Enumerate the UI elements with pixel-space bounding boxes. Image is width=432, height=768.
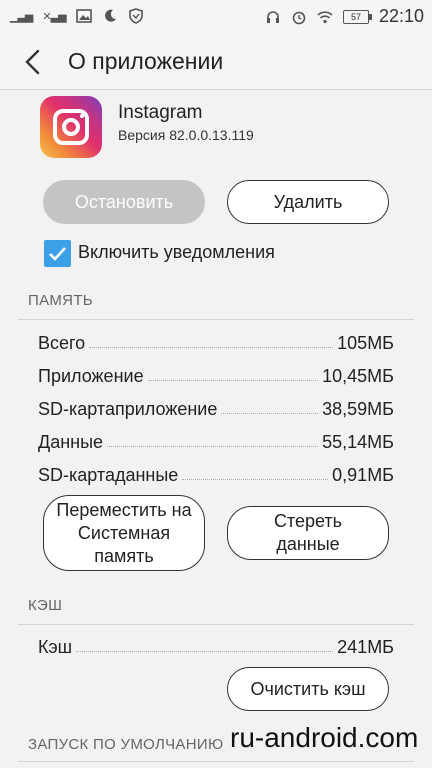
headphones-icon (266, 10, 279, 23)
back-arrow-icon[interactable] (18, 46, 50, 78)
memory-row-sd-app: SD-картаприложение 38,59МБ (38, 394, 394, 420)
alarm-icon (292, 11, 306, 24)
row-value: 105МБ (337, 333, 394, 353)
app-bar: О приложении (0, 34, 432, 90)
section-divider (18, 761, 414, 762)
checkmark-icon (49, 247, 66, 261)
memory-row-total: Всего 105МБ (38, 328, 394, 354)
memory-section-title: ПАМЯТЬ (28, 292, 93, 309)
wifi-icon (317, 10, 333, 23)
status-bar: ▁▃▅ ✕▃▅ 57 22:10 (0, 0, 432, 34)
watermark-text: ru-android.com (230, 722, 419, 753)
row-label: SD-картаданные (38, 465, 179, 485)
memory-row-sd-data: SD-картаданные 0,91МБ (38, 460, 394, 486)
gallery-icon (75, 9, 92, 23)
shield-icon (128, 8, 143, 24)
row-label: Кэш (38, 637, 73, 657)
clock: 22:10 (378, 6, 424, 26)
row-value: 38,59МБ (322, 399, 394, 419)
signal-icon: ▁▃▅ (10, 10, 33, 23)
delete-button[interactable]: Удалить (227, 180, 389, 224)
row-label: Приложение (38, 366, 144, 386)
row-label: SD-картаприложение (38, 399, 218, 419)
notifications-checkbox[interactable] (44, 240, 71, 267)
instagram-app-icon (40, 96, 102, 158)
cache-section-title: КЭШ (28, 597, 63, 614)
cache-row: Кэш 241МБ (38, 632, 394, 658)
row-value: 55,14МБ (322, 432, 394, 452)
row-value: 0,91МБ (332, 465, 394, 485)
app-version: Версия 82.0.0.13.119 (118, 127, 254, 143)
section-divider (18, 319, 414, 320)
status-left-icons: ▁▃▅ ✕▃▅ (10, 8, 144, 24)
row-label: Всего (38, 333, 86, 353)
battery-icon: 57 (342, 9, 372, 24)
row-value: 10,45МБ (322, 366, 394, 386)
memory-row-data: Данные 55,14МБ (38, 427, 394, 453)
defaults-section-title: ЗАПУСК ПО УМОЛЧАНИЮ (28, 736, 224, 753)
move-to-system-memory-button[interactable]: Переместить на Системная память (43, 495, 205, 571)
section-divider (18, 624, 414, 625)
moon-icon (104, 9, 116, 22)
page-title: О приложении (68, 48, 224, 74)
clear-cache-button[interactable]: Очистить кэш (227, 667, 389, 711)
stop-button[interactable]: Остановить (43, 180, 205, 224)
notifications-label[interactable]: Включить уведомления (78, 242, 275, 263)
row-label: Данные (38, 432, 104, 452)
row-value: 241МБ (337, 637, 394, 657)
status-right-icons: 57 22:10 (265, 6, 424, 27)
signal-icon-2: ✕▃▅ (42, 10, 66, 23)
memory-row-app: Приложение 10,45МБ (38, 361, 394, 387)
app-name: Instagram (118, 102, 203, 123)
clear-data-button[interactable]: Стереть данные (227, 506, 389, 560)
